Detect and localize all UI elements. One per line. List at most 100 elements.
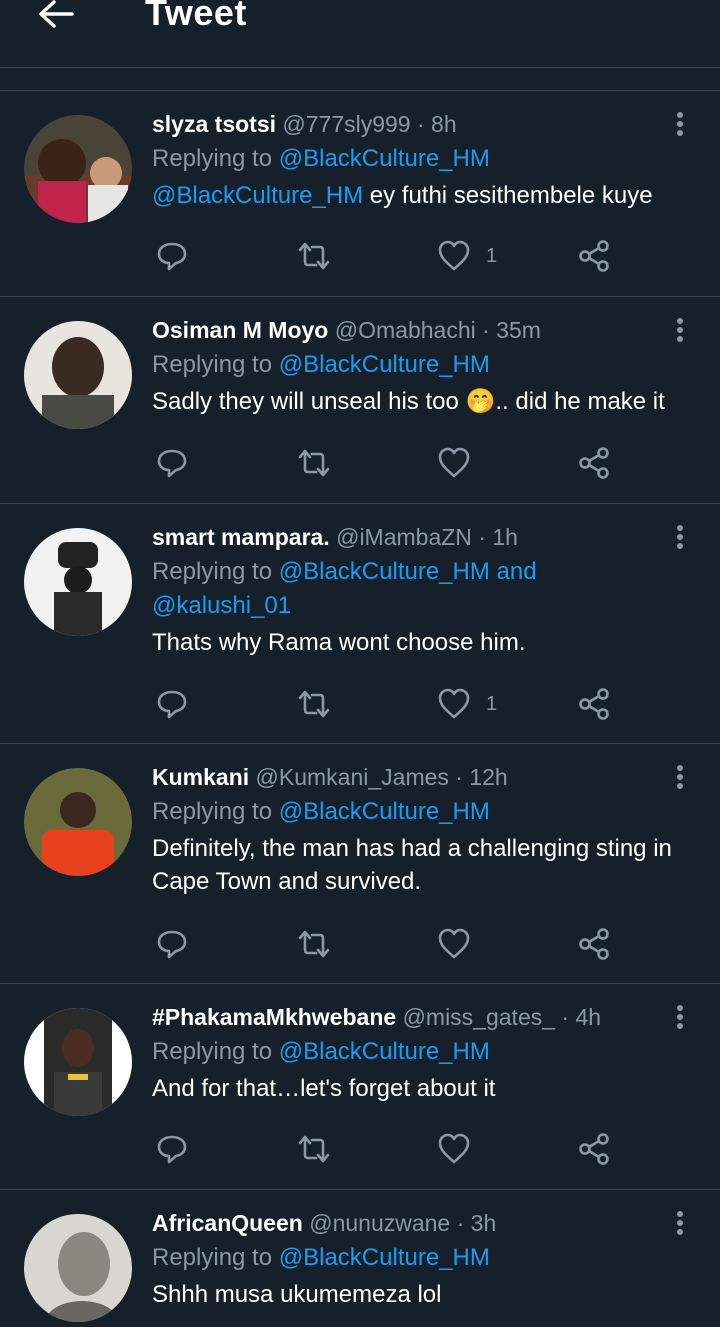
tweet-text: Shhh musa ukumemeza lol [152, 1281, 442, 1308]
author-name[interactable]: AfricanQueen [152, 1210, 303, 1236]
author-name[interactable]: Osiman M Moyo [152, 317, 328, 343]
mention-link[interactable]: @BlackCulture_HM [279, 145, 490, 172]
replying-label: Replying to [152, 798, 279, 825]
back-button[interactable] [32, 0, 80, 32]
like-count: 1 [486, 692, 498, 715]
page-title: Tweet [145, 0, 247, 33]
action-bar [152, 924, 632, 964]
like-button[interactable]: 1 [436, 684, 497, 724]
more-options-button[interactable] [668, 315, 692, 345]
reply-tweet[interactable]: #PhakamaMkhwebane @miss_gates_ · 4h Repl… [0, 984, 720, 1190]
timestamp[interactable]: · 12h [455, 764, 507, 790]
mention-link[interactable]: @BlackCulture_HM and [279, 558, 537, 585]
retweet-button[interactable] [296, 924, 332, 964]
mention-link[interactable]: @BlackCulture_HM [279, 798, 490, 825]
mention-link[interactable]: @kalushi_01 [152, 592, 291, 619]
heart-icon [438, 447, 470, 478]
author-name[interactable]: slyza tsotsi [152, 111, 276, 137]
reply-tweet[interactable]: slyza tsotsi @777sly999 · 8h Replying to… [0, 91, 720, 297]
retweet-button[interactable] [296, 1129, 332, 1169]
author-handle[interactable]: @miss_gates_ [403, 1004, 555, 1030]
avatar[interactable] [24, 1214, 132, 1322]
timestamp[interactable]: · 3h [457, 1210, 497, 1236]
reply-tweet[interactable]: Osiman M Moyo @Omabhachi · 35m Replying … [0, 297, 720, 504]
mention-link[interactable]: @BlackCulture_HM [279, 351, 490, 378]
replying-label: Replying to [152, 351, 279, 378]
reply-icon [157, 449, 187, 478]
retweet-icon [298, 930, 330, 958]
author-handle[interactable]: @Kumkani_James [256, 764, 449, 790]
mention-link[interactable]: @BlackCulture_HM [279, 1038, 490, 1065]
more-options-button[interactable] [668, 522, 692, 552]
author-handle[interactable]: @777sly999 [282, 111, 410, 137]
tweet-text: Definitely, the man has had a challengin… [152, 835, 672, 895]
author-handle[interactable]: @nunuzwane [309, 1210, 450, 1236]
action-bar [152, 1129, 632, 1169]
reply-tweet[interactable]: smart mampara. @iMambaZN · 1h Replying t… [0, 504, 720, 744]
heart-icon [438, 928, 470, 959]
reply-tweet[interactable]: AfricanQueen @nunuzwane · 3h Replying to… [0, 1190, 720, 1327]
reply-icon [157, 242, 187, 271]
timestamp[interactable]: · 8h [417, 111, 457, 137]
mention-link[interactable]: @BlackCulture_HM [279, 1244, 490, 1271]
heart-icon [438, 240, 470, 271]
action-bar: 1 [152, 236, 632, 276]
replying-to: Replying to @BlackCulture_HM [152, 1035, 696, 1069]
tweet-text: Sadly they will unseal his too 🤭.. did h… [152, 388, 665, 415]
reply-icon [157, 930, 187, 959]
retweet-button[interactable] [296, 236, 332, 276]
share-button[interactable] [576, 443, 612, 483]
avatar[interactable] [24, 528, 132, 636]
avatar[interactable] [24, 115, 132, 223]
replying-label: Replying to [152, 145, 279, 172]
retweet-icon [298, 690, 330, 718]
share-icon [579, 240, 609, 272]
retweet-icon [298, 242, 330, 270]
avatar[interactable] [24, 321, 132, 429]
replying-label: Replying to [152, 1038, 279, 1065]
share-icon [579, 447, 609, 479]
avatar[interactable] [24, 768, 132, 876]
retweet-icon [298, 1135, 330, 1163]
timestamp[interactable]: · 1h [478, 524, 518, 550]
tweet-text-body: ey futhi sesithembele kuye [363, 182, 653, 209]
like-button[interactable]: 1 [436, 236, 497, 276]
avatar[interactable] [24, 1008, 132, 1116]
reply-button[interactable] [154, 443, 190, 483]
action-bar: 1 [152, 684, 632, 724]
share-button[interactable] [576, 236, 612, 276]
mention-link[interactable]: @BlackCulture_HM [152, 182, 363, 209]
timestamp[interactable]: · 35m [482, 317, 541, 343]
reply-button[interactable] [154, 684, 190, 724]
reply-list: slyza tsotsi @777sly999 · 8h Replying to… [0, 91, 720, 1327]
replying-to: Replying to @BlackCulture_HM [152, 795, 696, 829]
author-handle[interactable]: @iMambaZN [336, 524, 472, 550]
replying-label: Replying to [152, 1244, 279, 1271]
author-name[interactable]: #PhakamaMkhwebane [152, 1004, 396, 1030]
author-name[interactable]: smart mampara. [152, 524, 330, 550]
reply-button[interactable] [154, 1129, 190, 1169]
more-options-button[interactable] [668, 1208, 692, 1238]
timestamp[interactable]: · 4h [561, 1004, 601, 1030]
divider [0, 69, 720, 91]
reply-button[interactable] [154, 924, 190, 964]
author-handle[interactable]: @Omabhachi [335, 317, 476, 343]
share-button[interactable] [576, 1129, 612, 1169]
retweet-button[interactable] [296, 443, 332, 483]
more-options-button[interactable] [668, 762, 692, 792]
tweet-text: Thats why Rama wont choose him. [152, 629, 526, 656]
reply-button[interactable] [154, 236, 190, 276]
more-options-button[interactable] [668, 109, 692, 139]
reply-icon [157, 690, 187, 719]
replying-to: Replying to @BlackCulture_HM [152, 348, 696, 382]
author-name[interactable]: Kumkani [152, 764, 249, 790]
like-button[interactable] [436, 443, 486, 483]
more-options-button[interactable] [668, 1002, 692, 1032]
like-button[interactable] [436, 924, 486, 964]
replying-to: Replying to @BlackCulture_HM and @kalushi… [152, 555, 696, 623]
retweet-button[interactable] [296, 684, 332, 724]
reply-tweet[interactable]: Kumkani @Kumkani_James · 12h Replying to… [0, 744, 720, 984]
like-button[interactable] [436, 1129, 486, 1169]
share-button[interactable] [576, 684, 612, 724]
share-button[interactable] [576, 924, 612, 964]
